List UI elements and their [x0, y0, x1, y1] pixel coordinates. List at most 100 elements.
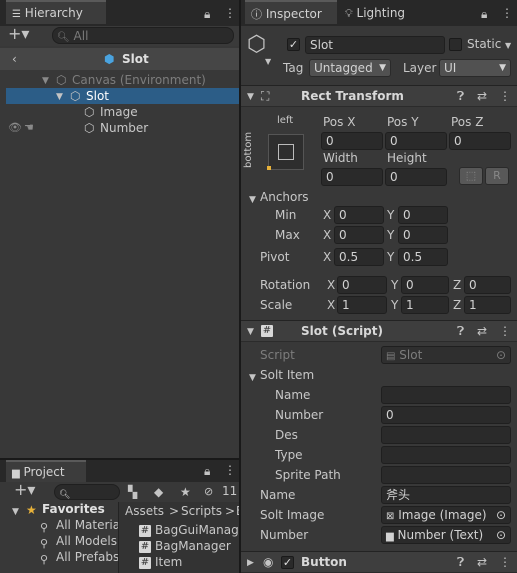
pos-z-input[interactable]: 0 — [449, 132, 511, 150]
item-number-input[interactable]: 0 — [381, 406, 511, 424]
layer-dropdown[interactable]: UI ▼ — [439, 59, 511, 77]
kebab-menu-icon[interactable]: ⋮ — [224, 7, 236, 19]
object-picker-icon[interactable]: ⊙ — [496, 508, 506, 522]
width-input[interactable]: 0 — [321, 168, 383, 186]
tree-row-slot[interactable]: ▼ ⬡ Slot — [6, 88, 239, 104]
expand-arrow-icon[interactable]: ▼ — [56, 91, 63, 103]
kebab-menu-icon[interactable]: ⋮ — [224, 464, 236, 476]
expand-arrow-icon[interactable]: ▼ — [249, 194, 256, 206]
active-checkbox[interactable]: ✓ — [287, 38, 300, 51]
breadcrumb-item[interactable]: Assets — [125, 504, 164, 518]
kebab-menu-icon[interactable]: ⋮ — [499, 90, 511, 102]
expand-arrow-icon[interactable]: ▼ — [42, 75, 49, 87]
axis-z-label: Z — [453, 298, 462, 312]
rotation-y-input[interactable]: 0 — [401, 276, 449, 294]
pickable-hand-icon[interactable]: ☚ — [24, 122, 34, 134]
raw-edit-button[interactable]: R — [485, 167, 509, 185]
anchor-max-x-input[interactable]: 0 — [334, 226, 384, 244]
hidden-packages-icon[interactable]: ⊘ — [204, 486, 213, 498]
solt-item-label[interactable]: Solt Item — [260, 368, 314, 382]
tree-row-canvas[interactable]: ▼ ⬡ Canvas (Environment) — [0, 72, 238, 88]
slot-script-header[interactable]: ▼ # Slot (Script) ❓︎ ⇄ ⋮ — [241, 320, 517, 342]
expand-arrow-icon[interactable]: ▼ — [12, 506, 19, 518]
kebab-menu-icon[interactable]: ⋮ — [499, 325, 511, 337]
object-name-input[interactable]: Slot — [305, 36, 445, 54]
item-type-input[interactable] — [381, 446, 511, 464]
axis-x-label: X — [327, 298, 336, 312]
search-placeholder: All — [73, 29, 89, 43]
hierarchy-search-input[interactable]: 🔍︎ All — [52, 27, 234, 44]
file-row[interactable]: # BagGuiManager — [139, 523, 239, 539]
solt-image-object-field[interactable]: ⊠ Image (Image) ⊙ — [381, 506, 511, 524]
item-sprite-path-input[interactable] — [381, 466, 511, 484]
chevron-down-icon[interactable]: ▼ — [505, 40, 511, 52]
add-dropdown-icon[interactable]: +▾ — [8, 26, 29, 42]
number-object-field[interactable]: ▆ Number (Text) ⊙ — [381, 526, 511, 544]
height-input[interactable]: 0 — [385, 168, 447, 186]
project-search-input[interactable]: 🔍︎ — [54, 484, 120, 500]
favorites-item[interactable]: All Models — [56, 534, 117, 548]
anchor-presets-button[interactable] — [267, 134, 304, 170]
back-arrow-icon[interactable]: ‹ — [12, 53, 17, 65]
tag-dropdown[interactable]: Untagged ▼ — [309, 59, 391, 77]
help-icon[interactable]: ❓︎ — [457, 325, 464, 337]
chevron-down-icon[interactable]: ▼ — [265, 56, 271, 68]
expand-arrow-icon[interactable]: ▼ — [247, 91, 254, 103]
expand-arrow-icon[interactable]: ▼ — [247, 326, 254, 338]
blueprint-mode-button[interactable]: ⬚ — [459, 167, 483, 185]
lock-icon[interactable]: 🔒︎ — [204, 8, 210, 20]
tree-row-number[interactable]: 👁︎ ☚ ⬡ Number — [0, 120, 238, 136]
file-row[interactable]: # BagManager — [139, 539, 239, 555]
scale-x-input[interactable]: 1 — [337, 296, 387, 314]
gameobject-cube-icon[interactable]: ⬡ — [247, 34, 266, 56]
expand-arrow-icon[interactable]: ▼ — [249, 372, 256, 384]
scale-z-input[interactable]: 1 — [464, 296, 511, 314]
rotation-x-input[interactable]: 0 — [337, 276, 387, 294]
tree-row-image[interactable]: ⬡ Image — [0, 104, 238, 120]
item-des-input[interactable] — [381, 426, 511, 444]
anchors-label[interactable]: Anchors — [260, 190, 309, 204]
pivot-y-input[interactable]: 0.5 — [398, 248, 448, 266]
add-dropdown-icon[interactable]: +▾ — [14, 482, 35, 498]
kebab-menu-icon[interactable]: ⋮ — [501, 7, 513, 19]
presets-icon[interactable]: ⇄ — [477, 90, 487, 102]
rect-transform-header[interactable]: ▼ ⛶ Rect Transform ❓︎ ⇄ ⋮ — [241, 85, 517, 107]
scale-y-input[interactable]: 1 — [401, 296, 449, 314]
tab-project[interactable]: ▆ Project — [6, 460, 86, 482]
visibility-eye-icon[interactable]: 👁︎ — [8, 122, 22, 134]
presets-icon[interactable]: ⇄ — [477, 556, 487, 568]
component-title: Rect Transform — [301, 89, 404, 103]
object-picker-icon[interactable]: ⊙ — [496, 528, 506, 542]
anchor-min-y-input[interactable]: 0 — [398, 206, 448, 224]
help-icon[interactable]: ❓︎ — [457, 90, 464, 102]
help-icon[interactable]: ❓︎ — [457, 556, 464, 568]
button-component-header[interactable]: ▶ ◉ ✓ Button ❓︎ ⇄ ⋮ — [241, 551, 517, 573]
pos-y-input[interactable]: 0 — [385, 132, 447, 150]
breadcrumb-item[interactable]: B — [236, 504, 239, 518]
tab-inspector[interactable]: ⓘ Inspector — [245, 0, 337, 24]
lock-icon[interactable]: 🔒︎ — [481, 8, 487, 20]
favorites-item[interactable]: All Materia — [56, 518, 120, 532]
presets-icon[interactable]: ⇄ — [477, 325, 487, 337]
label-tag-icon[interactable]: ◆ — [154, 486, 163, 498]
favorites-label[interactable]: Favorites — [42, 502, 105, 516]
static-checkbox[interactable] — [449, 38, 462, 51]
breadcrumb-item[interactable]: Scripts — [181, 504, 222, 518]
tab-lighting[interactable]: 💡︎ Lighting — [339, 0, 419, 24]
pivot-x-input[interactable]: 0.5 — [334, 248, 384, 266]
anchor-min-x-input[interactable]: 0 — [334, 206, 384, 224]
lock-icon[interactable]: 🔒︎ — [204, 465, 210, 477]
expand-arrow-icon[interactable]: ▶ — [247, 557, 254, 569]
anchor-max-y-input[interactable]: 0 — [398, 226, 448, 244]
pos-x-input[interactable]: 0 — [321, 132, 383, 150]
favorites-item[interactable]: All Prefabs — [56, 550, 119, 564]
rotation-z-input[interactable]: 0 — [464, 276, 511, 294]
filter-by-type-icon[interactable]: ▚ — [128, 486, 137, 498]
kebab-menu-icon[interactable]: ⋮ — [499, 556, 511, 568]
tab-hierarchy[interactable]: ☰ Hierarchy — [6, 0, 106, 24]
button-enabled-checkbox[interactable]: ✓ — [281, 556, 294, 569]
name-input[interactable]: 斧头 — [381, 486, 511, 504]
star-icon[interactable]: ★ — [180, 486, 191, 498]
file-row[interactable]: # Item — [139, 555, 239, 571]
item-name-input[interactable] — [381, 386, 511, 404]
